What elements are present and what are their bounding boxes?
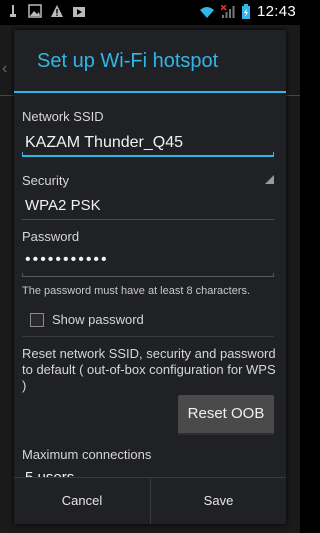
- system-icons: 12:43: [199, 3, 296, 20]
- security-underline: [22, 219, 274, 220]
- password-hint: The password must have at least 8 charac…: [22, 285, 251, 297]
- save-button[interactable]: Save: [150, 478, 286, 524]
- ssid-input[interactable]: KAZAM Thunder_Q45: [25, 134, 183, 152]
- cancel-button[interactable]: Cancel: [14, 478, 150, 524]
- reset-oob-button[interactable]: Reset OOB: [178, 395, 274, 435]
- security-label: Security: [22, 173, 69, 188]
- ssid-label: Network SSID: [22, 109, 104, 124]
- dialog-button-bar: Cancel Save: [14, 477, 286, 524]
- max-connections-dropdown[interactable]: 5 users: [25, 469, 74, 477]
- dialog-content[interactable]: Network SSID KAZAM Thunder_Q45 Security …: [14, 93, 286, 477]
- status-bar: 12:43: [0, 0, 300, 25]
- show-password-label[interactable]: Show password: [52, 312, 144, 327]
- dialog-title: Set up Wi-Fi hotspot: [37, 50, 219, 72]
- reset-description: Reset network SSID, security and passwor…: [22, 346, 276, 393]
- clock: 12:43: [256, 3, 296, 20]
- warning-icon: [51, 5, 63, 17]
- usb-icon: [10, 5, 16, 17]
- no-signal-icon: [220, 4, 235, 18]
- password-label: Password: [22, 229, 80, 244]
- ssid-underline: [22, 152, 274, 157]
- notification-icons: [6, 4, 86, 18]
- security-dropdown[interactable]: WPA2 PSK: [25, 197, 101, 214]
- password-input[interactable]: •••••••••••: [25, 251, 109, 269]
- image-icon: [28, 4, 42, 18]
- battery-charging-icon: [241, 3, 250, 19]
- max-connections-label: Maximum connections: [22, 447, 152, 462]
- back-arrow-icon: ‹: [2, 60, 8, 77]
- password-underline: [22, 273, 274, 277]
- play-store-icon: [73, 7, 85, 17]
- wifi-hotspot-icon: [199, 6, 214, 18]
- checkbox-divider: [22, 336, 274, 337]
- dropdown-arrow-icon: [265, 175, 274, 184]
- show-password-checkbox[interactable]: [30, 313, 44, 327]
- wifi-hotspot-dialog: Set up Wi-Fi hotspot Network SSID KAZAM …: [14, 30, 286, 524]
